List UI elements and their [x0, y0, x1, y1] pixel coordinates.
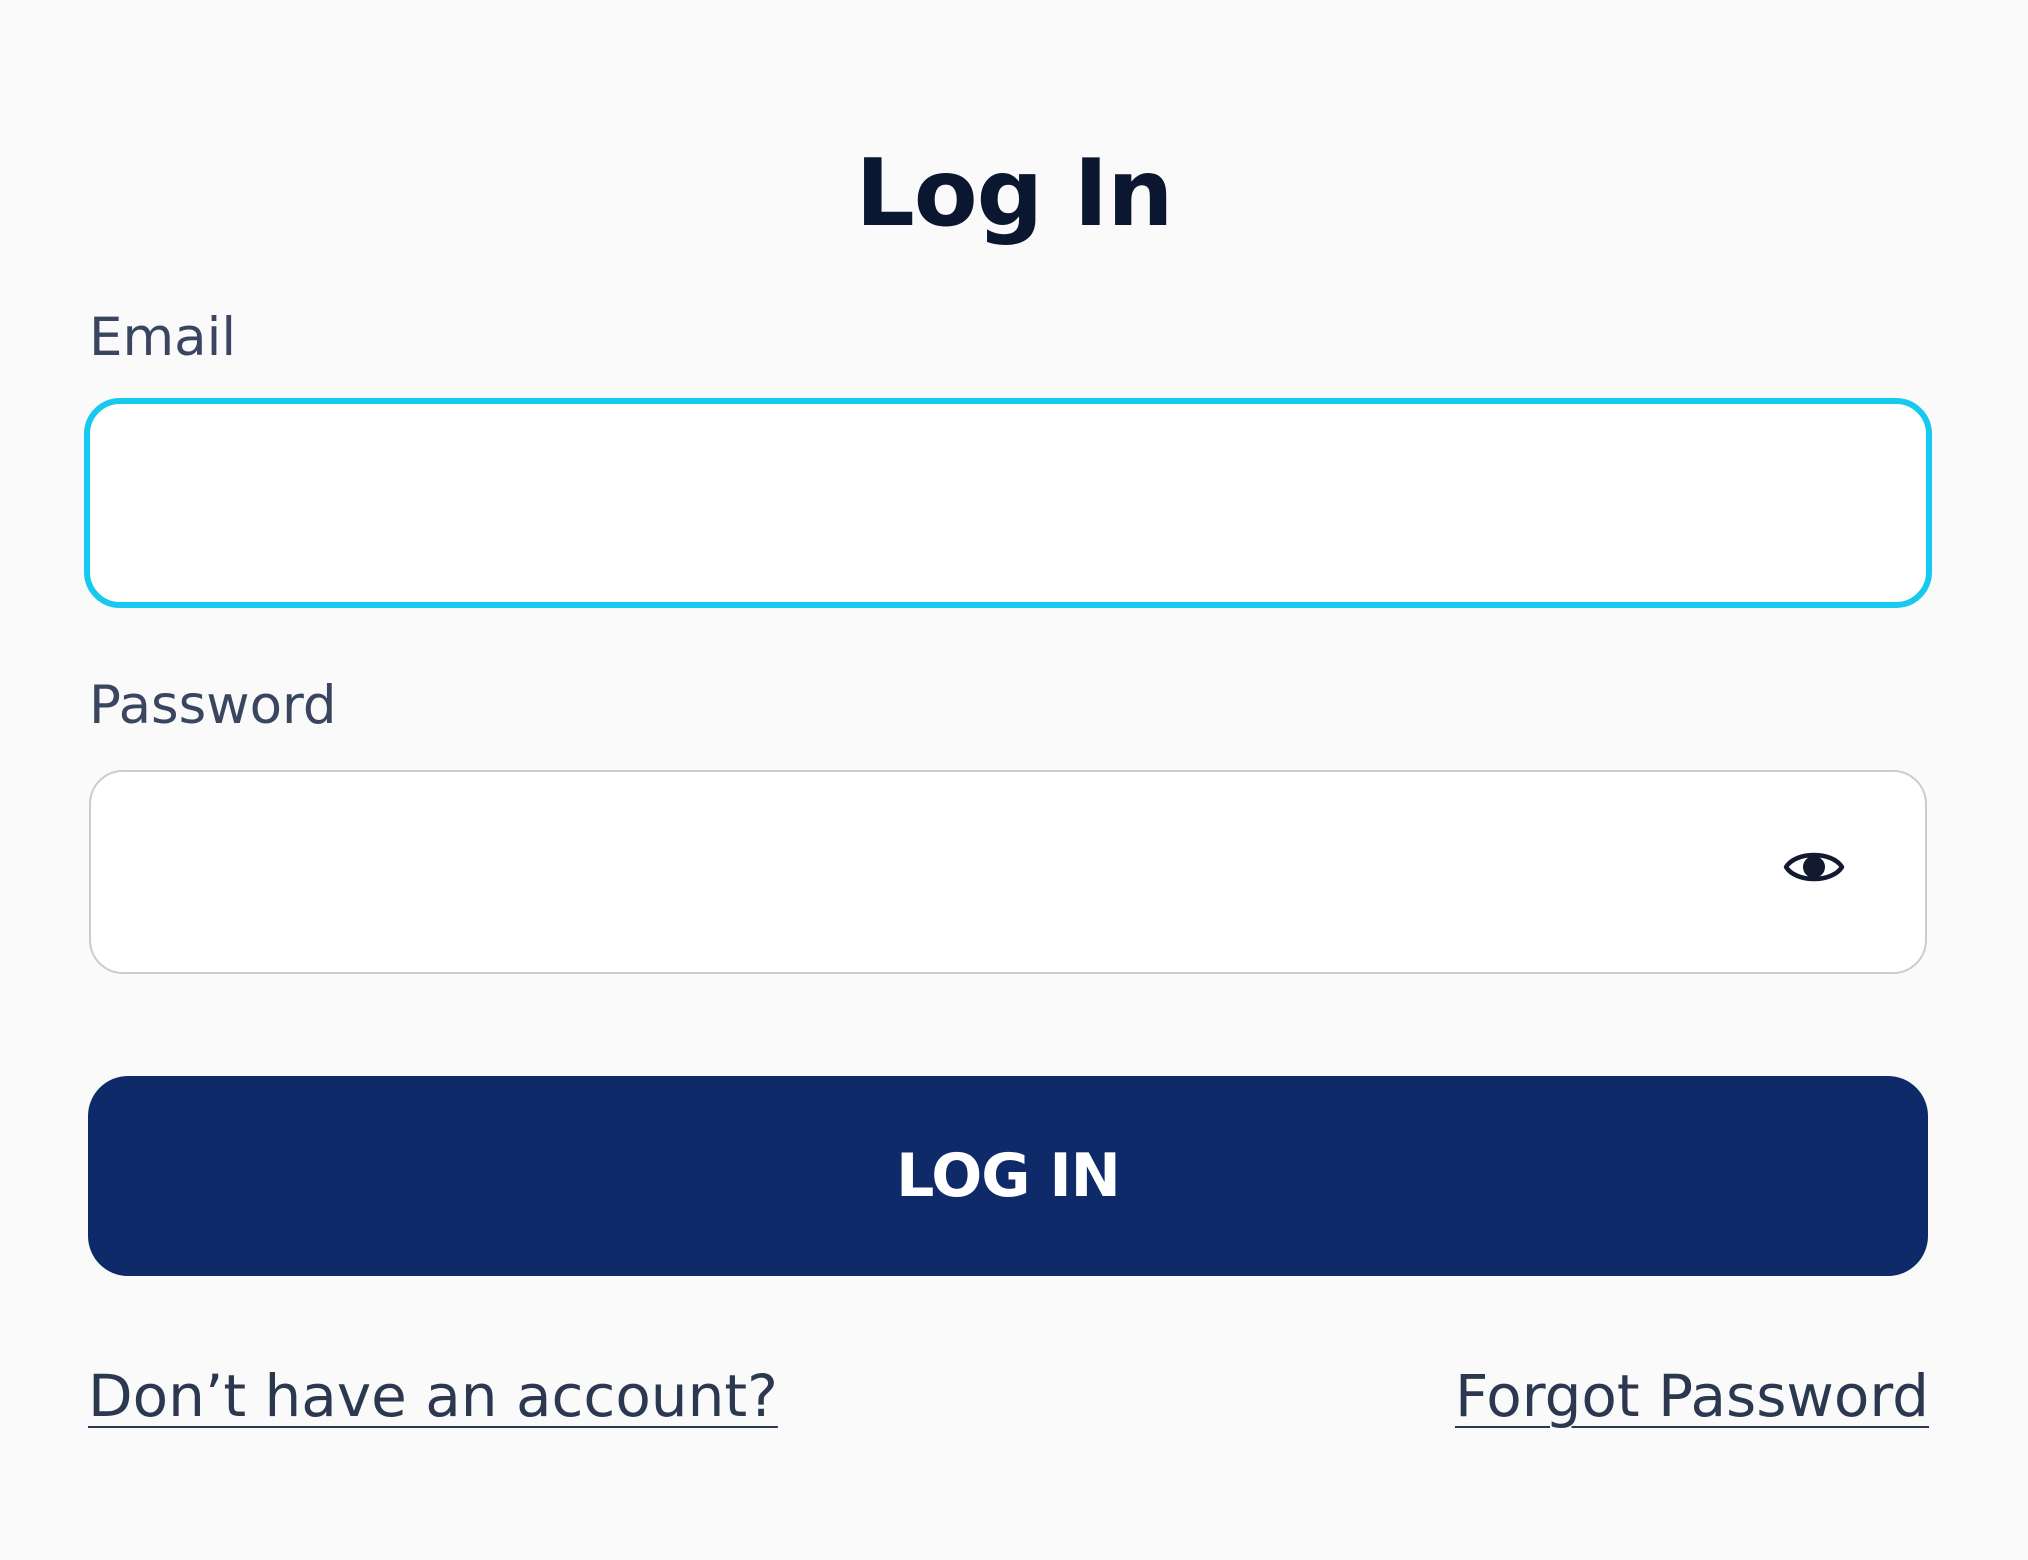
password-label: Password	[89, 675, 337, 736]
eye-icon[interactable]	[1783, 844, 1845, 890]
password-field[interactable]	[131, 772, 1789, 974]
email-field[interactable]	[130, 404, 1790, 604]
page-title: Log In	[855, 139, 1174, 247]
forgot-password-link[interactable]: Forgot Password	[1455, 1358, 1929, 1434]
signup-link[interactable]: Don’t have an account?	[88, 1358, 778, 1434]
login-button[interactable]: LOG IN	[88, 1076, 1928, 1276]
email-label: Email	[89, 307, 237, 368]
password-field-box[interactable]	[89, 770, 1927, 974]
email-field-box[interactable]	[84, 398, 1932, 608]
